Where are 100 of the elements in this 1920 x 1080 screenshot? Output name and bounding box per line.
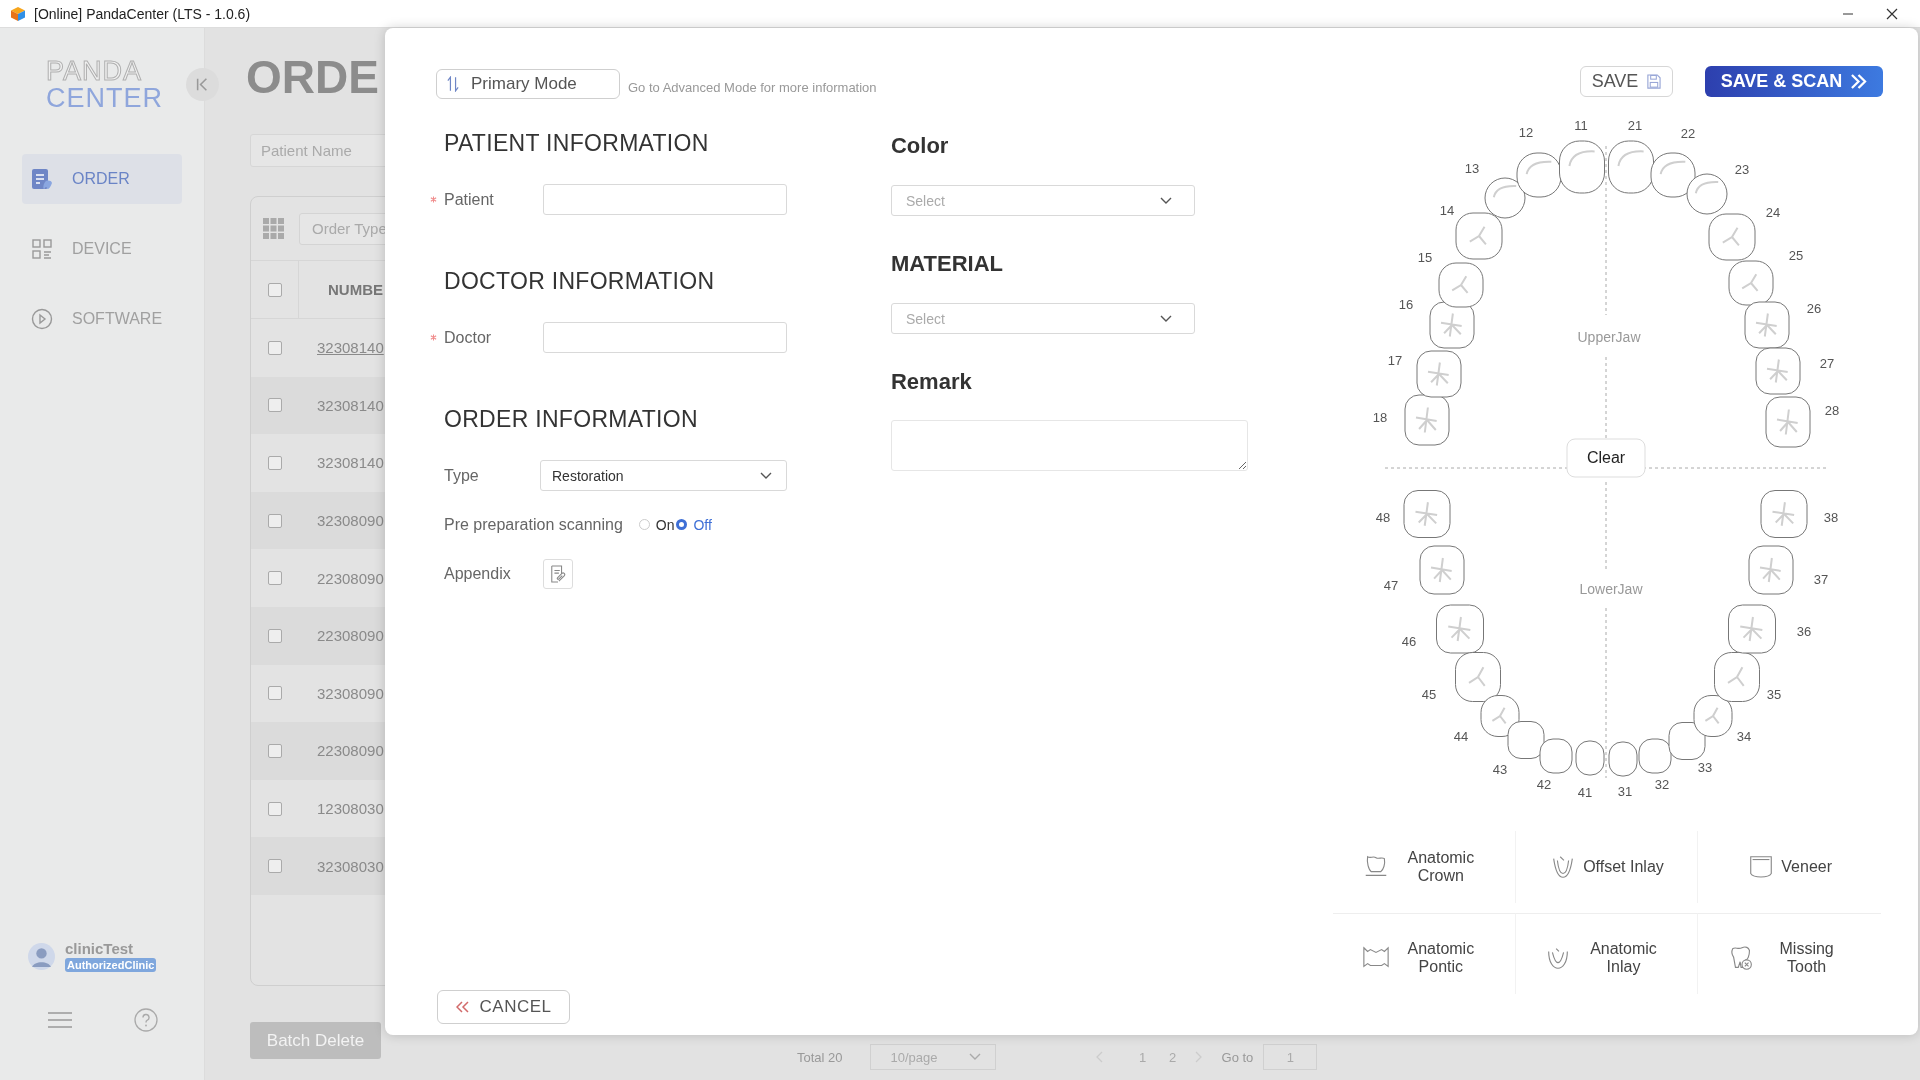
tooth[interactable]: [1686, 173, 1728, 215]
logo-text: PANDA: [46, 58, 144, 85]
mode-button[interactable]: Primary Mode: [436, 69, 620, 99]
order-number[interactable]: 12308030: [317, 800, 384, 818]
checkbox[interactable]: [268, 628, 282, 643]
double-chevron-icon: [1850, 73, 1868, 89]
order-number[interactable]: 32308140: [317, 454, 384, 472]
order-number[interactable]: 32308030: [317, 857, 384, 875]
remark-field[interactable]: [891, 420, 1248, 471]
text-field[interactable]: [543, 322, 787, 353]
restoration-option[interactable]: Anatomic Crown: [1333, 831, 1516, 903]
radio-button[interactable]: [676, 519, 688, 530]
tooth-number: 28: [1824, 403, 1840, 419]
menu-icon[interactable]: [48, 1012, 72, 1028]
cancel-button[interactable]: CANCEL: [437, 990, 570, 1024]
tooth-number: 41: [1577, 785, 1593, 801]
select-field[interactable]: Select: [891, 303, 1195, 334]
save-button[interactable]: SAVE: [1580, 65, 1673, 97]
floppy-icon: [1646, 73, 1662, 89]
radio-option[interactable]: On: [638, 516, 677, 533]
checkbox[interactable]: [268, 859, 282, 874]
tooth-number: 43: [1492, 762, 1508, 778]
tooth[interactable]: [1575, 740, 1605, 776]
tooth[interactable]: [1650, 152, 1696, 198]
tooth[interactable]: [1455, 212, 1503, 260]
tooth[interactable]: [1714, 652, 1760, 702]
order-number[interactable]: 32308140: [317, 339, 384, 357]
checkbox[interactable]: [268, 801, 282, 816]
tooth[interactable]: [1416, 350, 1462, 398]
order-icon: [30, 167, 54, 191]
order-number[interactable]: 22308090: [317, 742, 384, 760]
tooth[interactable]: [1436, 604, 1484, 654]
tooth[interactable]: [1455, 652, 1501, 702]
tooth[interactable]: [1638, 738, 1672, 774]
select-field[interactable]: Select: [891, 185, 1195, 216]
section-heading: MATERIAL: [891, 250, 1004, 278]
close-icon[interactable]: [1886, 7, 1898, 20]
page-number[interactable]: 2: [1157, 1049, 1188, 1065]
checkbox[interactable]: [268, 340, 282, 355]
tooth[interactable]: [1419, 545, 1465, 595]
tooth[interactable]: [1516, 152, 1562, 198]
checkbox[interactable]: [268, 686, 282, 701]
search-field[interactable]: Patient Name: [250, 134, 385, 167]
tooth-number: 44: [1453, 729, 1469, 745]
double-chevron-left-icon: [455, 1001, 470, 1013]
clear-button[interactable]: Clear: [1566, 438, 1646, 478]
radio-option[interactable]: Off: [676, 516, 714, 533]
restoration-option[interactable]: Missing Tooth: [1698, 913, 1881, 994]
tooth[interactable]: [1748, 545, 1794, 595]
checkbox[interactable]: [268, 513, 282, 528]
page-number[interactable]: 1: [1127, 1049, 1158, 1065]
checkbox[interactable]: [268, 571, 282, 586]
chevron-down-icon: [1160, 314, 1172, 323]
checkbox[interactable]: [268, 456, 282, 470]
nav-item[interactable]: SOFTWARE: [22, 294, 182, 344]
nav-item[interactable]: DEVICE: [22, 224, 182, 274]
checkbox[interactable]: [268, 398, 282, 413]
order-number[interactable]: 22308090: [317, 569, 384, 587]
tooth[interactable]: [1559, 140, 1605, 194]
tooth[interactable]: [1693, 695, 1733, 737]
tooth[interactable]: [1438, 262, 1484, 308]
order-number[interactable]: 32308140: [317, 396, 384, 414]
tooth[interactable]: [1728, 260, 1774, 306]
tooth[interactable]: [1760, 490, 1808, 538]
restoration-option[interactable]: Veneer: [1698, 831, 1881, 903]
restoration-option[interactable]: Anatomic Inlay: [1515, 913, 1699, 994]
tooth[interactable]: [1608, 741, 1638, 777]
order-number[interactable]: 32308090: [317, 512, 384, 530]
tooth[interactable]: [1404, 394, 1450, 446]
restoration-option[interactable]: Offset Inlay: [1515, 831, 1699, 903]
grid-icon[interactable]: [263, 217, 285, 240]
tooth-number: 12: [1518, 125, 1534, 141]
chevron-down-icon: [1160, 196, 1172, 205]
tooth[interactable]: [1765, 396, 1811, 448]
order-number[interactable]: 32308090: [317, 684, 384, 702]
restoration-option[interactable]: Anatomic Pontic: [1333, 913, 1516, 994]
type-select[interactable]: Restoration: [540, 460, 787, 491]
save-and-scan-button[interactable]: SAVE & SCAN: [1705, 65, 1883, 97]
goto-field[interactable]: 1: [1263, 1044, 1318, 1070]
tooth[interactable]: [1668, 722, 1706, 760]
checkbox[interactable]: [267, 282, 282, 297]
tooth[interactable]: [1755, 347, 1801, 395]
tooth[interactable]: [1708, 213, 1756, 261]
tooth[interactable]: [1429, 301, 1475, 349]
attach-button[interactable]: [543, 558, 573, 589]
tooth-number: 26: [1806, 301, 1822, 317]
order-number[interactable]: 22308090: [317, 627, 384, 645]
tooth[interactable]: [1728, 604, 1776, 654]
page-size-select[interactable]: 10/page: [869, 1044, 996, 1070]
text-field[interactable]: [543, 184, 787, 215]
tooth[interactable]: [1484, 177, 1526, 219]
tooth[interactable]: [1608, 140, 1654, 194]
tooth[interactable]: [1744, 301, 1790, 349]
checkbox[interactable]: [268, 743, 282, 758]
help-icon[interactable]: [134, 1008, 158, 1032]
tooth[interactable]: [1539, 738, 1573, 774]
tooth[interactable]: [1403, 490, 1451, 538]
tooth[interactable]: [1507, 721, 1545, 759]
collapse-button[interactable]: [186, 68, 219, 101]
nav-item[interactable]: ORDER: [22, 154, 182, 204]
